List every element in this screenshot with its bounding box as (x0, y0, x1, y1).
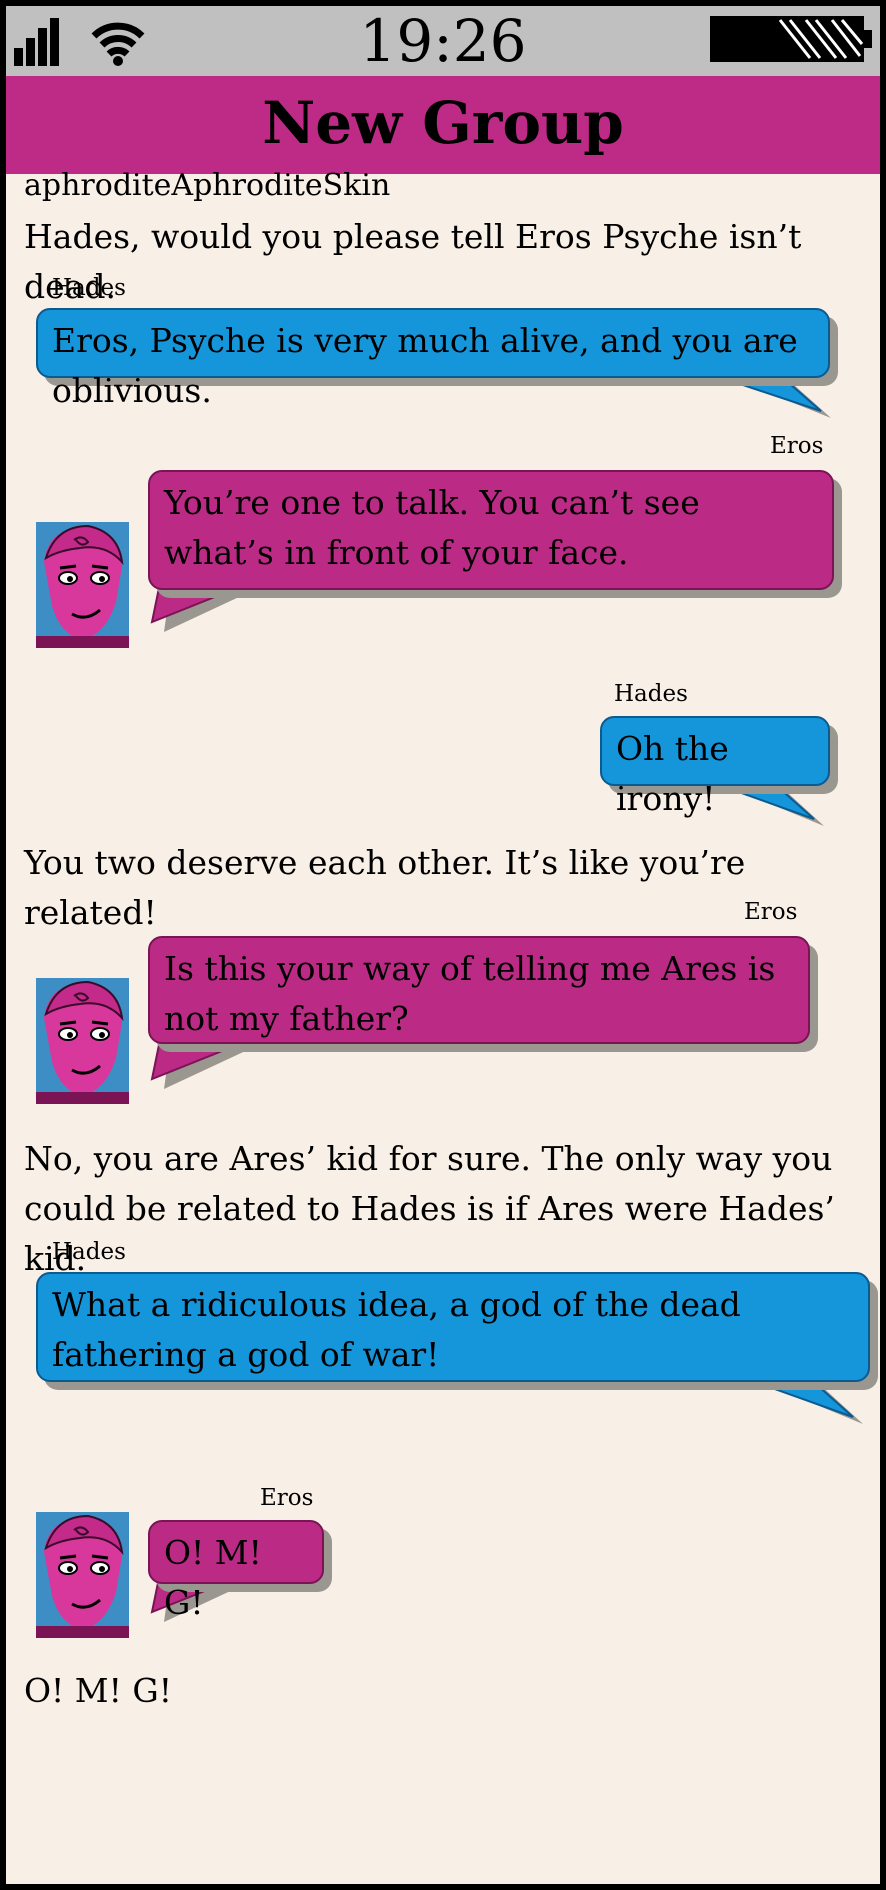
message-bubble: What a ridiculous idea, a god of the dea… (36, 1272, 870, 1382)
sender-name: aphroditeAphroditeSkin (24, 168, 391, 203)
avatar (36, 522, 129, 648)
sender-label: Eros (744, 899, 798, 925)
message-text: No, you are Ares’ kid for sure. The only… (24, 1139, 835, 1278)
message-text: Hades, would you please tell Eros Psyche… (24, 217, 802, 306)
message-bubble: You’re one to talk. You can’t see what’s… (148, 470, 834, 590)
sender-label: Hades (614, 681, 688, 707)
message-text: Eros, Psyche is very much alive, and you… (52, 321, 798, 410)
message-text: What a ridiculous idea, a god of the dea… (52, 1285, 741, 1374)
avatar (36, 978, 129, 1104)
phone-screen: 19:26 New Group aphroditeAphroditeSkin H… (6, 6, 880, 1884)
message-text: You’re one to talk. You can’t see what’s… (164, 483, 700, 572)
chat-header: New Group (6, 76, 880, 174)
battery-icon (710, 16, 872, 62)
message-text: O! M! G! (24, 1671, 172, 1710)
message-text: Oh the irony! (616, 729, 729, 818)
message-bubble: Is this your way of telling me Ares is n… (148, 936, 810, 1044)
sender-label: Eros (260, 1485, 314, 1511)
sender-label: Eros (770, 433, 824, 459)
message-text: Is this your way of telling me Ares is n… (164, 949, 776, 1038)
avatar (36, 1512, 129, 1638)
message-bubble: Eros, Psyche is very much alive, and you… (36, 308, 830, 410)
message-text: O! M! G! (164, 1533, 262, 1622)
message-bubble: O! M! G! (148, 1520, 324, 1622)
sender-label: Hades (52, 1239, 126, 1265)
message-bubble: Oh the irony! (600, 716, 830, 818)
status-bar: 19:26 (6, 6, 880, 76)
sender-label: Hades (52, 275, 126, 301)
page-title: New Group (262, 89, 624, 157)
